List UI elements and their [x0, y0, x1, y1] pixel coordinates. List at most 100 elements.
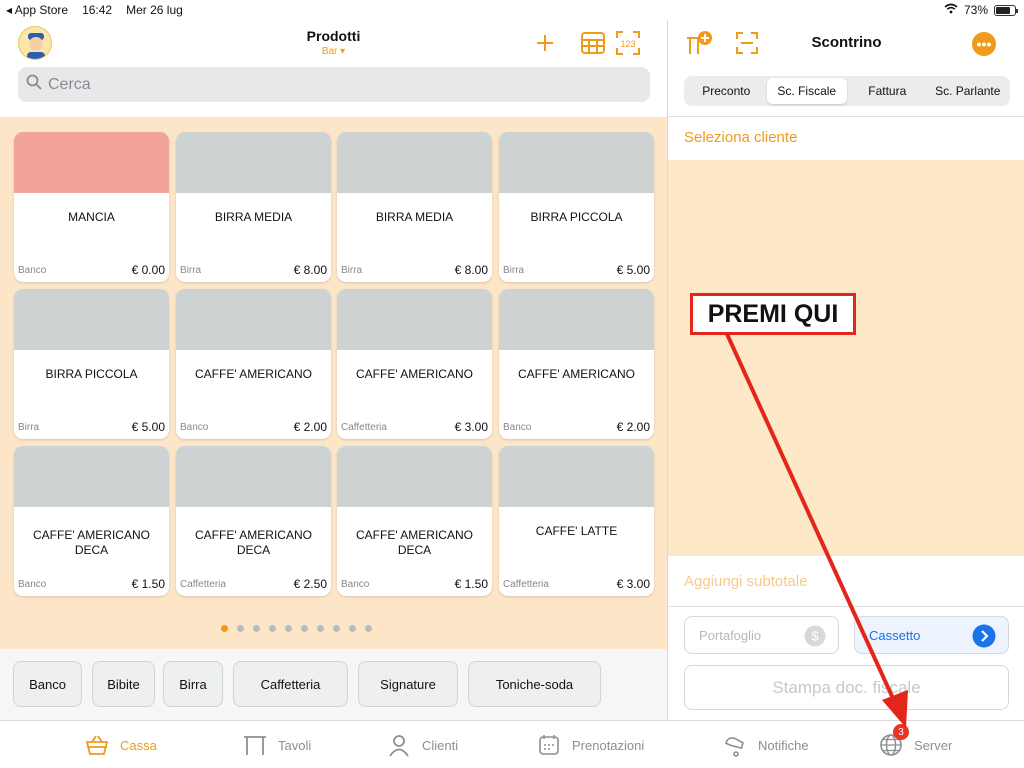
product-price: € 1.50 [131, 577, 165, 591]
tab-notifiche[interactable]: Notifiche [722, 733, 809, 757]
dollar-icon: $ [804, 625, 826, 650]
segment-sc-fiscale[interactable]: Sc. Fiscale [766, 78, 847, 104]
receipt-items-area [668, 160, 1024, 556]
product-card[interactable]: BIRRA MEDIA Birra € 8.00 [176, 132, 331, 282]
product-card[interactable]: BIRRA MEDIA Birra € 8.00 [337, 132, 492, 282]
product-category: Birra [503, 265, 525, 276]
product-card[interactable]: CAFFE' AMERICANO DECA Banco € 1.50 [337, 446, 492, 596]
product-color-band [14, 289, 169, 350]
category-button[interactable]: Toniche-soda [468, 661, 601, 707]
page-indicator[interactable] [0, 625, 667, 632]
drawer-button[interactable]: Cassetto [854, 616, 1009, 654]
document-type-selector: Preconto Sc. Fiscale Fattura Sc. Parlante [684, 76, 1010, 106]
bell-icon [722, 733, 748, 757]
room-selector[interactable]: Bar ▾ [0, 46, 667, 57]
segment-preconto[interactable]: Preconto [686, 78, 767, 104]
chevron-right-icon [972, 624, 996, 651]
product-price: € 5.00 [616, 263, 650, 277]
tab-clienti[interactable]: Clienti [386, 733, 458, 757]
category-button[interactable]: Banco [13, 661, 82, 707]
product-category: Banco [18, 579, 47, 590]
page-dot[interactable] [316, 625, 324, 632]
status-date: Mer 26 lug [126, 3, 183, 17]
add-subtotal-button[interactable]: Aggiungi subtotale [684, 573, 807, 590]
product-card[interactable]: CAFFE' AMERICANO Banco € 2.00 [499, 289, 654, 439]
category-bar: Banco Bibite Birra Caffetteria Signature Toni… [0, 649, 667, 720]
payment-row: Portafoglio $ Cassetto [684, 616, 1009, 656]
battery-percent: 73% [963, 3, 988, 17]
page-dot[interactable] [348, 625, 356, 632]
battery-icon [994, 4, 1018, 16]
category-button[interactable]: Birra [163, 661, 223, 707]
receipt-title: Scontrino [811, 34, 882, 51]
print-fiscal-document-button[interactable]: Stampa doc. fiscale [684, 665, 1009, 710]
tab-tavoli[interactable]: Tavoli [242, 733, 311, 757]
divider [668, 116, 1024, 117]
segment-fattura[interactable]: Fattura [847, 78, 928, 104]
select-client-link[interactable]: Seleziona cliente [684, 129, 797, 146]
tab-label: Server [914, 737, 953, 753]
products-header: Prodotti Bar ▾ 123 Cerca [0, 20, 667, 116]
wifi-icon [944, 3, 958, 17]
wallet-button[interactable]: Portafoglio $ [684, 616, 839, 654]
page-dot[interactable] [268, 625, 276, 632]
tab-label: Prenotazioni [572, 737, 645, 753]
segment-sc-parlante[interactable]: Sc. Parlante [928, 78, 1009, 104]
product-card[interactable]: BIRRA PICCOLA Birra € 5.00 [499, 132, 654, 282]
product-price: € 5.00 [131, 420, 165, 434]
product-color-band [499, 446, 654, 507]
tab-label: Cassa [120, 737, 157, 753]
product-name: CAFFE' AMERICANO DECA [356, 528, 473, 557]
product-name: CAFFE' AMERICANO DECA [195, 528, 312, 557]
product-card[interactable]: CAFFE' AMERICANO DECA Caffetteria € 2.50 [176, 446, 331, 596]
tab-cassa[interactable]: Cassa [84, 733, 157, 757]
page-dot[interactable] [252, 625, 260, 632]
product-name: CAFFE' AMERICANO DECA [33, 528, 150, 557]
category-button[interactable]: Caffetteria [233, 661, 348, 707]
product-card[interactable]: BIRRA PICCOLA Birra € 5.00 [14, 289, 169, 439]
product-card[interactable]: CAFFE' AMERICANO Banco € 2.00 [176, 289, 331, 439]
product-category: Birra [18, 422, 40, 433]
product-name: BIRRA PICCOLA [530, 210, 623, 224]
product-card[interactable]: CAFFE' AMERICANO DECA Banco € 1.50 [14, 446, 169, 596]
tab-label: Tavoli [278, 737, 312, 753]
product-card[interactable]: CAFFE' AMERICANO Caffetteria € 3.00 [337, 289, 492, 439]
page-dot[interactable] [300, 625, 308, 632]
page-dot[interactable] [220, 625, 228, 632]
product-category: Banco [18, 265, 47, 276]
basket-icon [84, 733, 110, 757]
product-color-band [14, 132, 169, 193]
more-options-icon[interactable]: ••• [972, 32, 996, 56]
tab-server[interactable]: 3 Server [878, 724, 953, 757]
category-button[interactable]: Signature [358, 661, 458, 707]
svg-text:$: $ [811, 629, 819, 644]
annotation-label: PREMI QUI [707, 299, 839, 328]
page-dot[interactable] [332, 625, 340, 632]
page-title: Prodotti [306, 28, 361, 44]
receipt-pane: Scontrino ••• Preconto Sc. Fiscale Fattura… [667, 20, 1024, 720]
product-name: CAFFE' AMERICANO [356, 367, 473, 381]
product-color-band [176, 446, 331, 507]
product-price: € 8.00 [293, 263, 327, 277]
product-name: CAFFE' AMERICANO [195, 367, 312, 381]
product-name: BIRRA MEDIA [214, 210, 293, 224]
product-color-band [176, 289, 331, 350]
product-card[interactable]: MANCIA Banco € 0.00 [14, 132, 169, 282]
product-category: Birra [341, 265, 363, 276]
product-category: Caffetteria [341, 422, 387, 433]
category-button[interactable]: Bibite [92, 661, 155, 707]
grid-view-icon[interactable] [580, 30, 606, 56]
numeric-keypad-icon[interactable]: 123 [615, 30, 641, 56]
page-dot[interactable] [236, 625, 244, 632]
wallet-label: Portafoglio [699, 627, 762, 643]
back-to-app-store[interactable]: ◂ App Store [6, 3, 68, 17]
page-dot[interactable] [284, 625, 292, 632]
page-dot[interactable] [364, 625, 372, 632]
product-color-band [337, 289, 492, 350]
search-input[interactable]: Cerca [18, 67, 650, 102]
product-price: € 2.00 [293, 420, 327, 434]
add-product-icon[interactable] [532, 30, 558, 56]
tab-prenotazioni[interactable]: Prenotazioni [536, 733, 644, 757]
status-time: 16:42 [82, 3, 113, 17]
product-card[interactable]: CAFFE' LATTE Caffetteria € 3.00 [499, 446, 654, 596]
